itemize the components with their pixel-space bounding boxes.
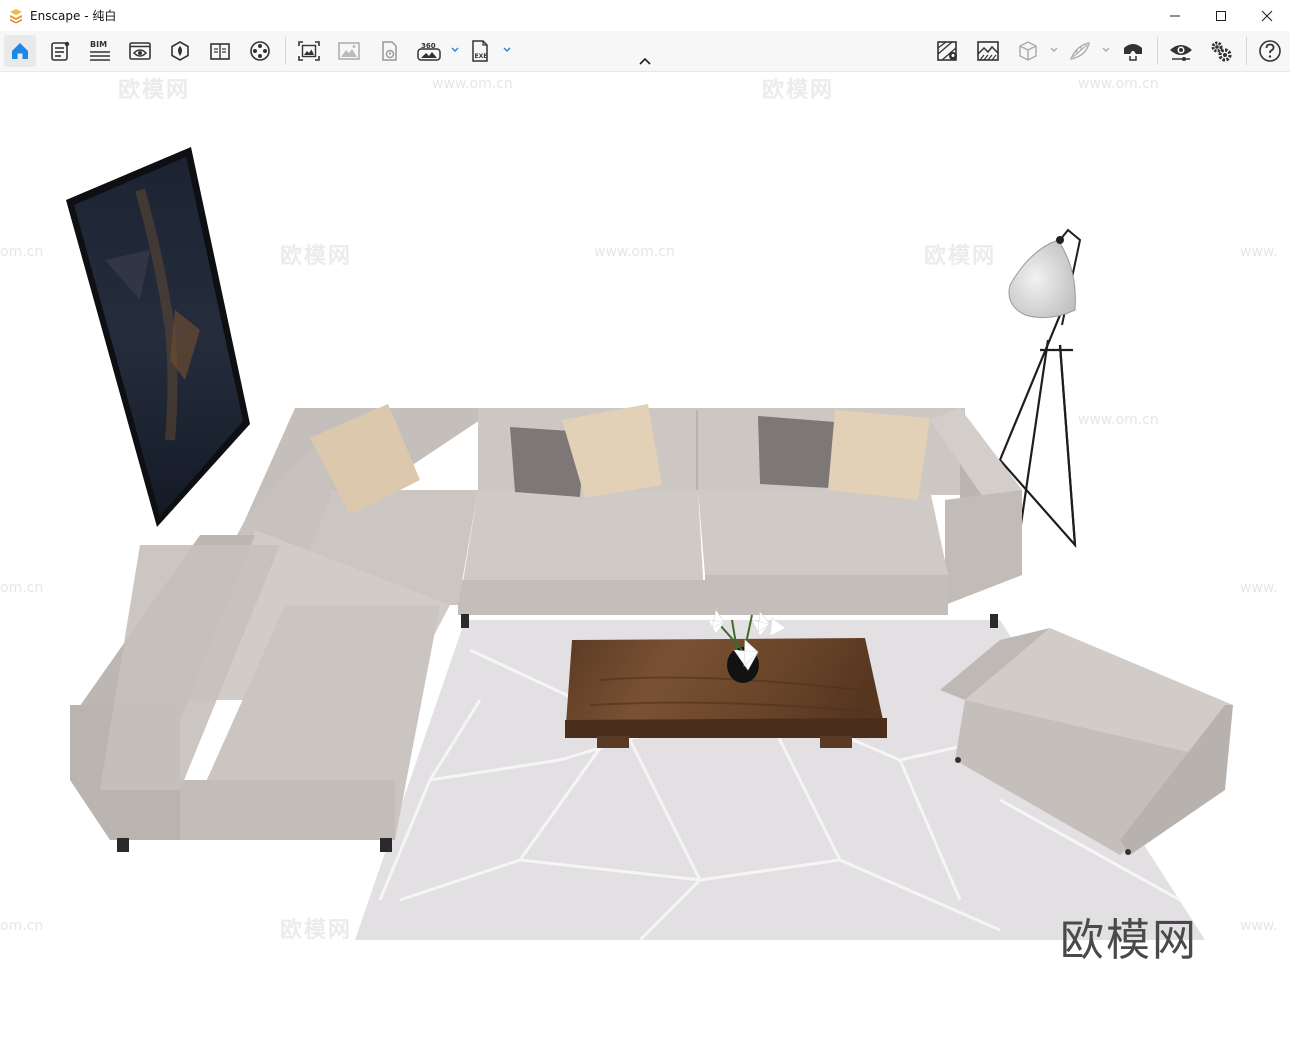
- cube-icon: [1019, 41, 1037, 61]
- help-icon: [1259, 40, 1281, 62]
- home-icon: [12, 43, 28, 59]
- screenshot-icon: [298, 41, 320, 61]
- visual-settings-button[interactable]: [1165, 35, 1197, 67]
- close-button[interactable]: [1244, 0, 1290, 31]
- material-editor-icon: [210, 43, 230, 60]
- asset-library-button[interactable]: [164, 35, 196, 67]
- grass-dropdown-chevron-icon[interactable]: [1101, 45, 1111, 55]
- export-exe-button[interactable]: EXE: [465, 35, 497, 67]
- map-button[interactable]: [932, 35, 964, 67]
- cube-dropdown-chevron-icon[interactable]: [1049, 45, 1059, 55]
- video-editor-icon: [250, 41, 270, 61]
- enscape-logo-icon: [10, 8, 22, 23]
- atmosphere-icon: [977, 41, 999, 61]
- coffee-table: [565, 638, 887, 748]
- views-icon: [129, 42, 151, 60]
- bim-icon: BIM: [90, 40, 110, 61]
- asset-library-icon: [171, 41, 189, 61]
- maximize-button[interactable]: [1198, 0, 1244, 31]
- render-viewport[interactable]: 欧模网 www.om.cn 欧模网 www.om.cn om.cn 欧模网 ww…: [0, 72, 1290, 1039]
- minimize-button[interactable]: [1152, 0, 1198, 31]
- screenshot-button[interactable]: [293, 35, 325, 67]
- bim-button[interactable]: BIM: [84, 35, 116, 67]
- scene-render: [66, 147, 1233, 942]
- upload-button[interactable]: [373, 35, 405, 67]
- grass-icon: [1069, 42, 1090, 60]
- panorama-icon: 360: [417, 42, 441, 61]
- window-title: Enscape - 纯白: [30, 9, 117, 23]
- brand-logo: 欧模网: [1060, 915, 1198, 966]
- toolbar-separator: [1246, 37, 1247, 65]
- panorama-button[interactable]: 360: [413, 35, 445, 67]
- export-dropdown-chevron-icon[interactable]: [502, 45, 512, 55]
- maximize-icon: [1216, 10, 1226, 21]
- wall-painting: [66, 147, 250, 527]
- settings-button[interactable]: [1205, 35, 1237, 67]
- export-exe-icon: EXE: [472, 40, 488, 62]
- vr-headset-button[interactable]: [1117, 35, 1149, 67]
- toolbar-separator: [1157, 37, 1158, 65]
- batch-render-button[interactable]: [333, 35, 365, 67]
- title-bar: Enscape - 纯白: [0, 0, 1290, 31]
- close-icon: [1261, 10, 1273, 21]
- material-editor-button[interactable]: [204, 35, 236, 67]
- panorama-dropdown-chevron-icon[interactable]: [450, 45, 460, 55]
- cube-button[interactable]: [1012, 35, 1044, 67]
- visual-settings-icon: [1170, 45, 1192, 61]
- settings-icon: [1211, 41, 1232, 62]
- home-button[interactable]: [4, 35, 36, 67]
- grass-button[interactable]: [1064, 35, 1096, 67]
- toolbar-separator: [285, 37, 286, 65]
- video-editor-button[interactable]: [244, 35, 276, 67]
- notes-icon: [51, 41, 70, 61]
- help-button[interactable]: [1254, 35, 1286, 67]
- views-button[interactable]: [124, 35, 156, 67]
- vr-headset-icon: [1124, 44, 1142, 61]
- map-icon: [937, 41, 957, 61]
- notes-button[interactable]: [44, 35, 76, 67]
- export-exe-label: EXE: [475, 53, 488, 60]
- batch-render-icon: [338, 42, 360, 60]
- minimize-icon: [1170, 15, 1180, 16]
- atmosphere-button[interactable]: [972, 35, 1004, 67]
- upload-icon: [382, 41, 397, 61]
- collapse-toolbar-chevron-icon[interactable]: [637, 56, 653, 68]
- bim-label: BIM: [90, 40, 107, 49]
